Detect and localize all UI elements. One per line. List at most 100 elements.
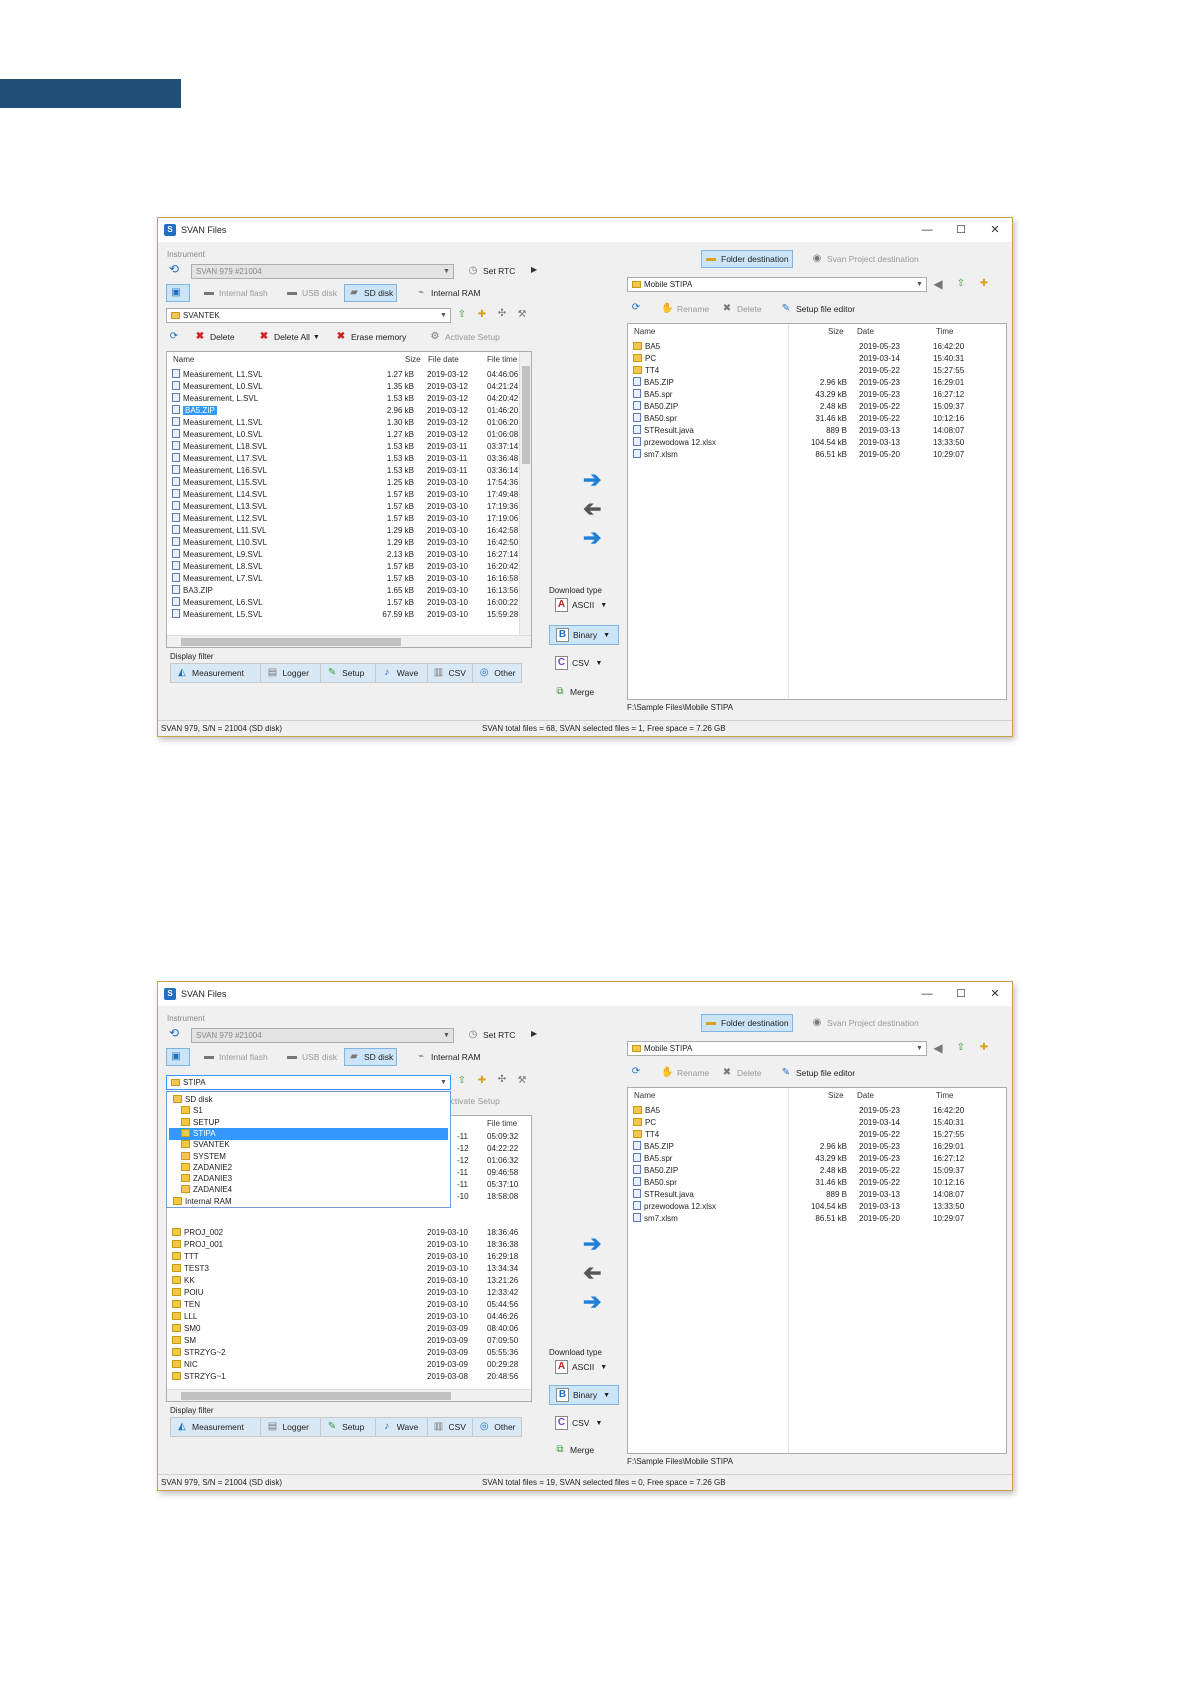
tab-internal-flash[interactable]: ▬ Internal flash	[200, 1048, 271, 1066]
filter-wave[interactable]: ♪ Wave	[375, 1418, 428, 1436]
minimize-button[interactable]: —	[910, 982, 944, 1006]
table-row[interactable]: Measurement, L5.SVL 67.59 kB 2019-03-10 15:…	[170, 609, 528, 621]
dest-delete-button[interactable]: ✖ Delete	[718, 300, 765, 318]
download-arrow-icon[interactable]: ➔	[583, 467, 601, 493]
table-row[interactable]: BA5.ZIP 2.96 kB 2019-05-23 16:29:01	[631, 377, 1003, 389]
table-row[interactable]: Measurement, L0.SVL 1.35 kB 2019-03-12 04:2…	[170, 381, 528, 393]
dest-col-date[interactable]: Date	[857, 327, 874, 336]
table-row[interactable]: BA5.spr 43.29 kB 2019-05-23 16:27:12	[631, 1153, 1003, 1165]
table-row[interactable]: Measurement, L13.SVL 1.57 kB 2019-03-10 17:…	[170, 501, 528, 513]
table-row[interactable]: LLL 2019-03-10 04:46:26	[170, 1311, 528, 1323]
tab-usb-disk[interactable]: ▬ USB disk	[283, 284, 340, 302]
dropdown-item[interactable]: Internal RAM	[169, 1196, 448, 1208]
table-row[interactable]: Measurement, L1.SVL 1.27 kB 2019-03-12 04:4…	[170, 369, 528, 381]
instrument-combo[interactable]: SVAN 979 #21004 ▼	[191, 264, 454, 279]
tab-sd-disk[interactable]: ▰ SD disk	[344, 284, 398, 302]
table-row[interactable]: sm7.xlsm 86.51 kB 2019-05-20 10:29:07	[631, 1213, 1003, 1225]
tab-sd-disk[interactable]: ▰ SD disk	[344, 1048, 398, 1066]
download-csv-button[interactable]: C CSV ▼	[549, 1413, 619, 1433]
table-row[interactable]: BA50.spr 31.46 kB 2019-05-22 10:12:16	[631, 413, 1003, 425]
table-row[interactable]: BA5.ZIP 2.96 kB 2019-05-23 16:29:01	[631, 1141, 1003, 1153]
folder-up-icon[interactable]: ⇧	[456, 1075, 468, 1087]
back-icon[interactable]: ◀	[932, 1042, 944, 1054]
upload-arrow-icon[interactable]: ➔	[583, 1260, 601, 1286]
download-convert-icon[interactable]: ➔	[583, 1289, 601, 1315]
table-row[interactable]: przewodowa 12.xlsx 104.54 kB 2019-03-13 13:…	[631, 437, 1003, 449]
dest-col-time[interactable]: Time	[936, 327, 953, 336]
table-row[interactable]: KK 2019-03-10 13:21:26	[170, 1275, 528, 1287]
tab-svan-project-destination[interactable]: ◉ Svan Project destination	[808, 250, 922, 268]
close-button[interactable]: ✕	[978, 982, 1012, 1006]
filter-measurement[interactable]: ◭ Measurement	[171, 1418, 262, 1436]
download-binary-button[interactable]: B Binary ▼	[549, 625, 619, 645]
dropdown-item[interactable]: SETUP	[169, 1117, 448, 1129]
filter-csv[interactable]: ▥ CSV	[427, 1418, 474, 1436]
filter-logger[interactable]: ▤ Logger	[261, 664, 322, 682]
destination-folder-combo[interactable]: Mobile STIPA ▼	[627, 1041, 927, 1056]
upload-arrow-icon[interactable]: ➔	[583, 496, 601, 522]
table-row[interactable]: STResult.java 889 B 2019-03-13 14:08:07	[631, 1189, 1003, 1201]
filter-setup[interactable]: ✎ Setup	[321, 1418, 376, 1436]
filter-wave[interactable]: ♪ Wave	[375, 664, 428, 682]
tab-internal-flash[interactable]: ▬ Internal flash	[200, 284, 271, 302]
refresh-icon[interactable]: ⟳	[168, 331, 180, 343]
table-row[interactable]: BA5 2019-05-23 16:42:20	[631, 1105, 1003, 1117]
download-ascii-button[interactable]: A ASCII ▼	[549, 595, 619, 615]
setup-file-editor-button[interactable]: ✎ Setup file editor	[777, 300, 858, 318]
download-csv-button[interactable]: C CSV ▼	[549, 653, 619, 673]
dest-delete-button[interactable]: ✖ Delete	[718, 1064, 765, 1082]
horizontal-scrollbar[interactable]	[167, 635, 531, 647]
folder-up-icon[interactable]: ⇧	[456, 309, 468, 321]
table-row[interactable]: POIU 2019-03-10 12:33:42	[170, 1287, 528, 1299]
delete-button[interactable]: ✖ Delete	[191, 328, 238, 346]
rename-button[interactable]: ✋ Rename	[658, 1064, 712, 1082]
dest-col-date[interactable]: Date	[857, 1091, 874, 1100]
table-row[interactable]: Measurement, L10.SVL 1.29 kB 2019-03-10 16:…	[170, 537, 528, 549]
dest-new-folder-icon[interactable]: ✚	[978, 278, 990, 290]
table-row[interactable]: BA5.ZIP 2.96 kB 2019-03-12 01:46:20	[170, 405, 528, 417]
table-row[interactable]: sm7.xlsm 86.51 kB 2019-05-20 10:29:07	[631, 449, 1003, 461]
table-row[interactable]: Measurement, L17.SVL 1.53 kB 2019-03-11 03:…	[170, 453, 528, 465]
erase-memory-button[interactable]: ✖ Erase memory	[332, 328, 409, 346]
dropdown-item[interactable]: ZADANIE3	[169, 1173, 448, 1185]
download-ascii-button[interactable]: A ASCII ▼	[549, 1357, 619, 1377]
table-row[interactable]: Measurement, L6.SVL 1.57 kB 2019-03-10 16:0…	[170, 597, 528, 609]
delete-all-button[interactable]: ✖ Delete All ▼	[255, 328, 323, 346]
table-row[interactable]: SM 2019-03-09 07:09:50	[170, 1335, 528, 1347]
table-row[interactable]: Measurement, L12.SVL 1.57 kB 2019-03-10 17:…	[170, 513, 528, 525]
dropdown-item[interactable]: S1	[169, 1105, 448, 1117]
settings-icon[interactable]: ⚒	[516, 1075, 528, 1087]
table-row[interactable]: PROJ_002 2019-03-10 18:36:46	[170, 1227, 528, 1239]
new-folder-icon[interactable]: ✚	[476, 309, 488, 321]
dropdown-item[interactable]: SYSTEM	[169, 1151, 448, 1163]
dropdown-item[interactable]: ZADANIE2	[169, 1162, 448, 1174]
folder-combo[interactable]: STIPA ▼	[166, 1075, 451, 1090]
table-row[interactable]: Measurement, L7.SVL 1.57 kB 2019-03-10 16:1…	[170, 573, 528, 585]
table-row[interactable]: BA50.spr 31.46 kB 2019-05-22 10:12:16	[631, 1177, 1003, 1189]
close-button[interactable]: ✕	[978, 218, 1012, 242]
filter-setup[interactable]: ✎ Setup	[321, 664, 376, 682]
table-row[interactable]: STRZYG~1 2019-03-08 20:48:56	[170, 1371, 528, 1383]
activate-setup-button[interactable]: ⚙Activate Setup	[426, 328, 503, 346]
expand-arrow-icon[interactable]: ▶	[531, 1029, 537, 1038]
tab-internal-ram[interactable]: ⌁ Internal RAM	[412, 284, 484, 302]
new-folder-icon[interactable]: ✚	[476, 1075, 488, 1087]
table-row[interactable]: Measurement, L16.SVL 1.53 kB 2019-03-11 03:…	[170, 465, 528, 477]
col-file-time[interactable]: File time	[487, 355, 517, 364]
table-row[interactable]: Measurement, L.SVL 1.53 kB 2019-03-12 04:20…	[170, 393, 528, 405]
download-convert-icon[interactable]: ➔	[583, 525, 601, 551]
table-row[interactable]: NIC 2019-03-09 00:29:28	[170, 1359, 528, 1371]
set-rtc-button[interactable]: ◷ Set RTC	[464, 1026, 518, 1044]
filter-csv[interactable]: ▥ CSV	[427, 664, 474, 682]
table-row[interactable]: PROJ_001 2019-03-10 18:36:38	[170, 1239, 528, 1251]
table-row[interactable]: BA50.ZIP 2.48 kB 2019-05-22 15:09:37	[631, 401, 1003, 413]
table-row[interactable]: BA3.ZIP 1.65 kB 2019-03-10 16:13:56	[170, 585, 528, 597]
vertical-scrollbar[interactable]	[519, 352, 531, 635]
download-binary-button[interactable]: B Binary ▼	[549, 1385, 619, 1405]
folder-combo[interactable]: SVANTEK ▼	[166, 308, 451, 323]
table-row[interactable]: TT4 2019-05-22 15:27:55	[631, 365, 1003, 377]
table-row[interactable]: Measurement, L11.SVL 1.29 kB 2019-03-10 16:…	[170, 525, 528, 537]
maximize-button[interactable]: ☐	[944, 218, 978, 242]
table-row[interactable]: STRZYG~2 2019-03-09 05:55:36	[170, 1347, 528, 1359]
tab-folder-destination[interactable]: ▬ Folder destination	[701, 1014, 793, 1032]
